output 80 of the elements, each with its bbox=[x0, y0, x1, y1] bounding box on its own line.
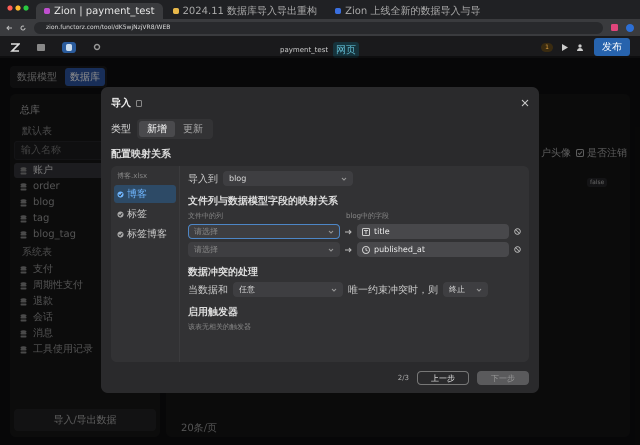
chevron-icon bbox=[341, 176, 347, 180]
import-to-label: 导入到 bbox=[188, 172, 218, 186]
database-icon bbox=[20, 298, 27, 306]
document-icon bbox=[136, 100, 142, 106]
chevron-icon bbox=[328, 248, 334, 252]
play-icon[interactable] bbox=[562, 44, 568, 50]
database-icon bbox=[20, 230, 27, 238]
table-item[interactable]: 消息 bbox=[14, 326, 156, 341]
mapping-heading: 文件列与数据模型字段的映射关系 bbox=[188, 194, 339, 208]
conflict-action-select[interactable]: 终止 bbox=[443, 282, 488, 297]
conflict-label: 当数据和 bbox=[188, 284, 228, 296]
type-option[interactable]: 更新 bbox=[175, 121, 211, 137]
model-field: title bbox=[357, 224, 509, 239]
pages-icon[interactable] bbox=[34, 42, 48, 52]
model-field: published_at bbox=[357, 242, 509, 257]
conflict-field-select[interactable]: 任意 bbox=[233, 282, 343, 297]
page-badge[interactable]: 网页 bbox=[333, 42, 360, 58]
database-icon bbox=[20, 166, 27, 174]
view-tab[interactable]: 数据库 bbox=[65, 68, 105, 86]
import-to-select[interactable]: blog bbox=[223, 171, 353, 186]
browser-tab[interactable]: Zion | payment_test bbox=[36, 3, 163, 19]
database-icon bbox=[20, 214, 27, 222]
arrow-icon bbox=[345, 228, 352, 234]
arrow-icon bbox=[345, 246, 352, 252]
previous-button[interactable]: 上一步 bbox=[417, 371, 469, 385]
favicon-icon bbox=[172, 8, 179, 14]
type-option[interactable]: 新增 bbox=[139, 121, 175, 137]
text-field-icon bbox=[362, 228, 370, 236]
sheet-item[interactable]: 标签 bbox=[114, 205, 176, 223]
sidebar-title: 总库 bbox=[19, 104, 41, 118]
clock-icon bbox=[362, 246, 370, 254]
import-export-button[interactable]: 导入/导出数据 bbox=[14, 409, 156, 431]
back-icon[interactable] bbox=[6, 24, 12, 30]
clear-icon[interactable] bbox=[514, 246, 521, 253]
table-item[interactable]: 周期性支付 bbox=[14, 278, 156, 293]
reload-icon[interactable] bbox=[20, 24, 26, 30]
checkbox-type-icon bbox=[576, 149, 584, 157]
group-label[interactable]: 默认表 bbox=[14, 122, 60, 140]
browser-tab[interactable]: Zion 上线全新的数据导入与导 bbox=[327, 3, 488, 19]
database-icon bbox=[20, 182, 27, 190]
check-circle-icon bbox=[117, 210, 124, 218]
column-select[interactable]: 请选择 bbox=[188, 224, 340, 239]
database-icon bbox=[20, 314, 27, 322]
sheet-item[interactable]: 博客 bbox=[114, 185, 176, 203]
database-icon bbox=[20, 198, 27, 206]
publish-button[interactable]: 发布 bbox=[594, 38, 630, 56]
table-item[interactable]: 会话 bbox=[14, 310, 156, 325]
database-icon bbox=[20, 346, 27, 354]
chevron-icon bbox=[476, 288, 482, 292]
chevron-icon bbox=[328, 230, 334, 234]
column-select[interactable]: 请选择 bbox=[188, 242, 340, 257]
chevron-icon bbox=[331, 288, 337, 292]
table-item[interactable]: 支付 bbox=[14, 262, 156, 277]
trigger-heading: 启用触发器 bbox=[188, 305, 239, 319]
window-controls-icon[interactable] bbox=[7, 5, 31, 11]
type-label: 类型 bbox=[111, 122, 131, 136]
browser-tab[interactable]: 2024.11 数据库导入导出重构 bbox=[164, 3, 326, 19]
logo-icon[interactable] bbox=[10, 42, 20, 52]
favicon-icon bbox=[335, 8, 342, 14]
database-icon bbox=[20, 266, 27, 274]
clear-icon[interactable] bbox=[514, 228, 521, 235]
database-icon bbox=[20, 330, 27, 338]
check-circle-icon bbox=[117, 230, 124, 238]
page-size-select[interactable]: 20条/页 bbox=[181, 421, 218, 435]
conflict-heading: 数据冲突的处理 bbox=[188, 266, 259, 279]
database-icon bbox=[20, 282, 27, 290]
database-tool-icon[interactable] bbox=[62, 42, 76, 52]
conflict-label: 唯一约束冲突时，则 bbox=[348, 284, 438, 296]
favicon-icon bbox=[44, 8, 50, 14]
table-item[interactable]: 工具使用记录 bbox=[14, 342, 156, 357]
close-button[interactable] bbox=[521, 99, 529, 107]
sheet-item[interactable]: 标签博客 bbox=[114, 225, 176, 243]
column-header: 是否注销 bbox=[587, 146, 627, 160]
view-tab[interactable]: 数据模型 bbox=[12, 68, 62, 86]
table-item[interactable]: 退款 bbox=[14, 294, 156, 309]
check-circle-icon bbox=[117, 190, 124, 198]
users-icon[interactable] bbox=[577, 44, 585, 50]
column-header: 户头像 bbox=[541, 146, 571, 160]
dialog-title: 导入 bbox=[111, 96, 131, 110]
group-label: 系统表 bbox=[21, 246, 53, 260]
